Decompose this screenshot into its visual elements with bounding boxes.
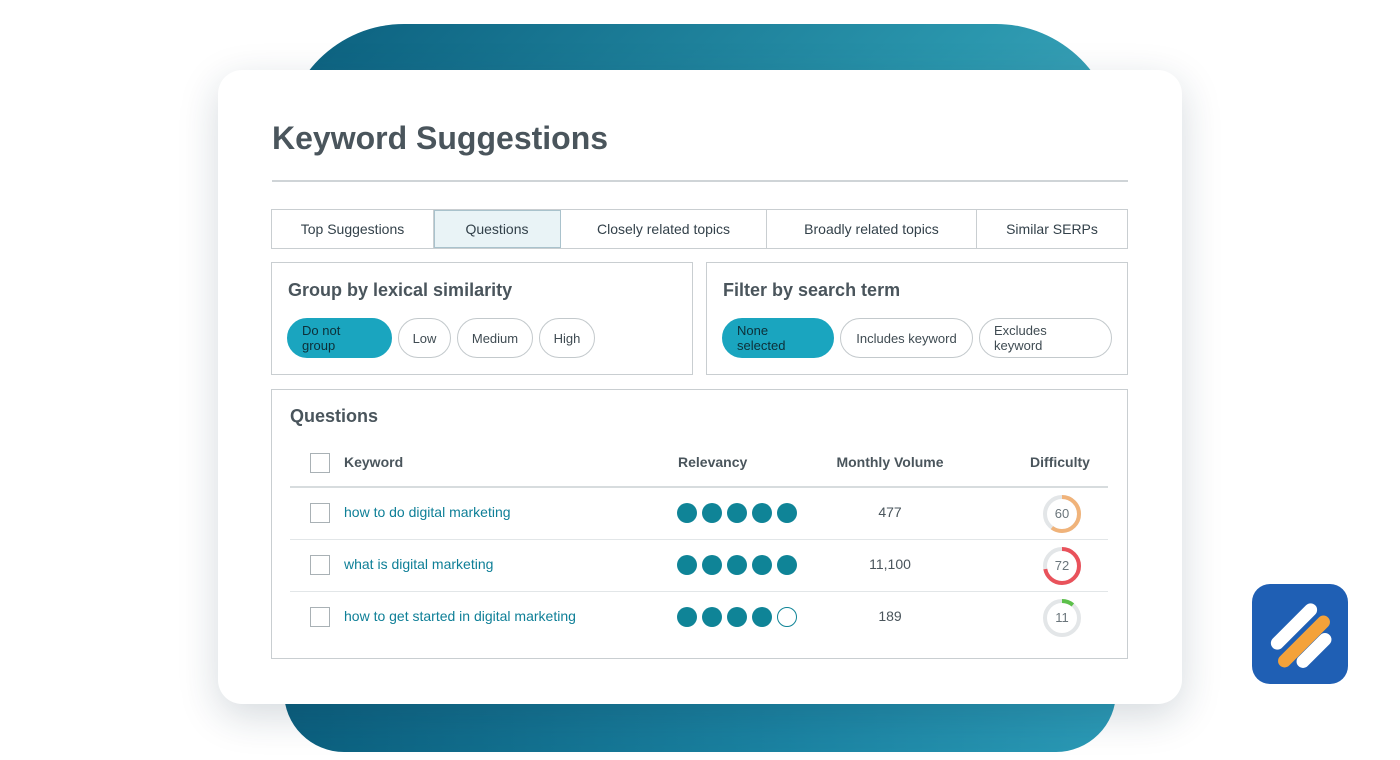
relevancy-dot-filled (677, 555, 697, 575)
row-checkbox[interactable] (310, 503, 330, 523)
table-row: how to do digital marketing 477 60 (290, 488, 1108, 540)
tab-questions[interactable]: Questions (434, 210, 561, 248)
keyword-suggestions-card: Keyword Suggestions Top Suggestions Ques… (218, 70, 1182, 704)
monthly-volume: 11,100 (869, 556, 911, 572)
keyword-link[interactable]: how to do digital marketing (344, 504, 511, 520)
header-monthly-volume: Monthly Volume (836, 454, 944, 470)
difficulty-ring: 11 (1042, 598, 1082, 638)
filter-option-excludes-keyword[interactable]: Excludes keyword (979, 318, 1112, 358)
filter-panel: Filter by search term None selected Incl… (706, 262, 1128, 375)
relevancy-dot-filled (702, 607, 722, 627)
relevancy-dot-filled (777, 555, 797, 575)
header-difficulty: Difficulty (1030, 454, 1090, 470)
group-option-do-not-group[interactable]: Do not group (287, 318, 392, 358)
brand-stripes-icon (1252, 584, 1348, 684)
filter-options: None selected Includes keyword Excludes … (722, 318, 1112, 358)
difficulty-value: 11 (1055, 610, 1069, 625)
difficulty-ring: 60 (1042, 494, 1082, 534)
relevancy-dot-filled (727, 503, 747, 523)
row-checkbox[interactable] (310, 607, 330, 627)
table-header: Keyword Relevancy Monthly Volume Difficu… (290, 442, 1108, 488)
filter-title: Filter by search term (723, 280, 901, 300)
group-option-high[interactable]: High (539, 318, 595, 358)
relevancy-dot-filled (777, 503, 797, 523)
relevancy-dots (677, 555, 797, 575)
tab-similar-serps[interactable]: Similar SERPs (977, 210, 1127, 248)
tab-broadly-related-topics[interactable]: Broadly related topics (767, 210, 977, 248)
header-relevancy: Relevancy (678, 454, 748, 470)
table-row: what is digital marketing 11,100 72 (290, 540, 1108, 592)
group-by-title: Group by lexical similarity (288, 280, 513, 300)
monthly-volume: 477 (878, 504, 902, 520)
group-option-medium[interactable]: Medium (457, 318, 533, 358)
relevancy-dot-filled (702, 555, 722, 575)
header-keyword: Keyword (344, 454, 404, 470)
relevancy-dot-filled (677, 503, 697, 523)
tab-top-suggestions[interactable]: Top Suggestions (272, 210, 434, 248)
relevancy-dot-filled (752, 555, 772, 575)
tab-bar: Top Suggestions Questions Closely relate… (271, 209, 1128, 249)
keyword-link[interactable]: how to get started in digital marketing (344, 608, 576, 624)
filter-option-includes-keyword[interactable]: Includes keyword (840, 318, 973, 358)
difficulty-ring: 72 (1042, 546, 1082, 586)
keyword-link[interactable]: what is digital marketing (344, 556, 493, 572)
table-row: how to get started in digital marketing … (290, 592, 1108, 644)
relevancy-dot-filled (727, 607, 747, 627)
questions-table: Questions Keyword Relevancy Monthly Volu… (271, 389, 1128, 659)
row-checkbox[interactable] (310, 555, 330, 575)
tab-closely-related-topics[interactable]: Closely related topics (561, 210, 767, 248)
relevancy-dot-filled (702, 503, 722, 523)
monthly-volume: 189 (878, 608, 902, 624)
relevancy-dots (677, 607, 797, 627)
difficulty-value: 60 (1054, 506, 1070, 521)
group-by-options: Do not group Low Medium High (287, 318, 595, 358)
group-by-panel: Group by lexical similarity Do not group… (271, 262, 693, 375)
filter-option-none-selected[interactable]: None selected (722, 318, 834, 358)
relevancy-dots (677, 503, 797, 523)
group-option-low[interactable]: Low (398, 318, 451, 358)
relevancy-dot-filled (677, 607, 697, 627)
table-title: Questions (290, 406, 379, 426)
difficulty-value: 72 (1054, 558, 1070, 573)
title-divider (272, 180, 1128, 182)
relevancy-dot-filled (727, 555, 747, 575)
relevancy-dot-filled (752, 503, 772, 523)
relevancy-dot-filled (752, 607, 772, 627)
select-all-checkbox[interactable] (310, 453, 330, 473)
relevancy-dot-empty (777, 607, 797, 627)
page-title: Keyword Suggestions (272, 120, 609, 156)
